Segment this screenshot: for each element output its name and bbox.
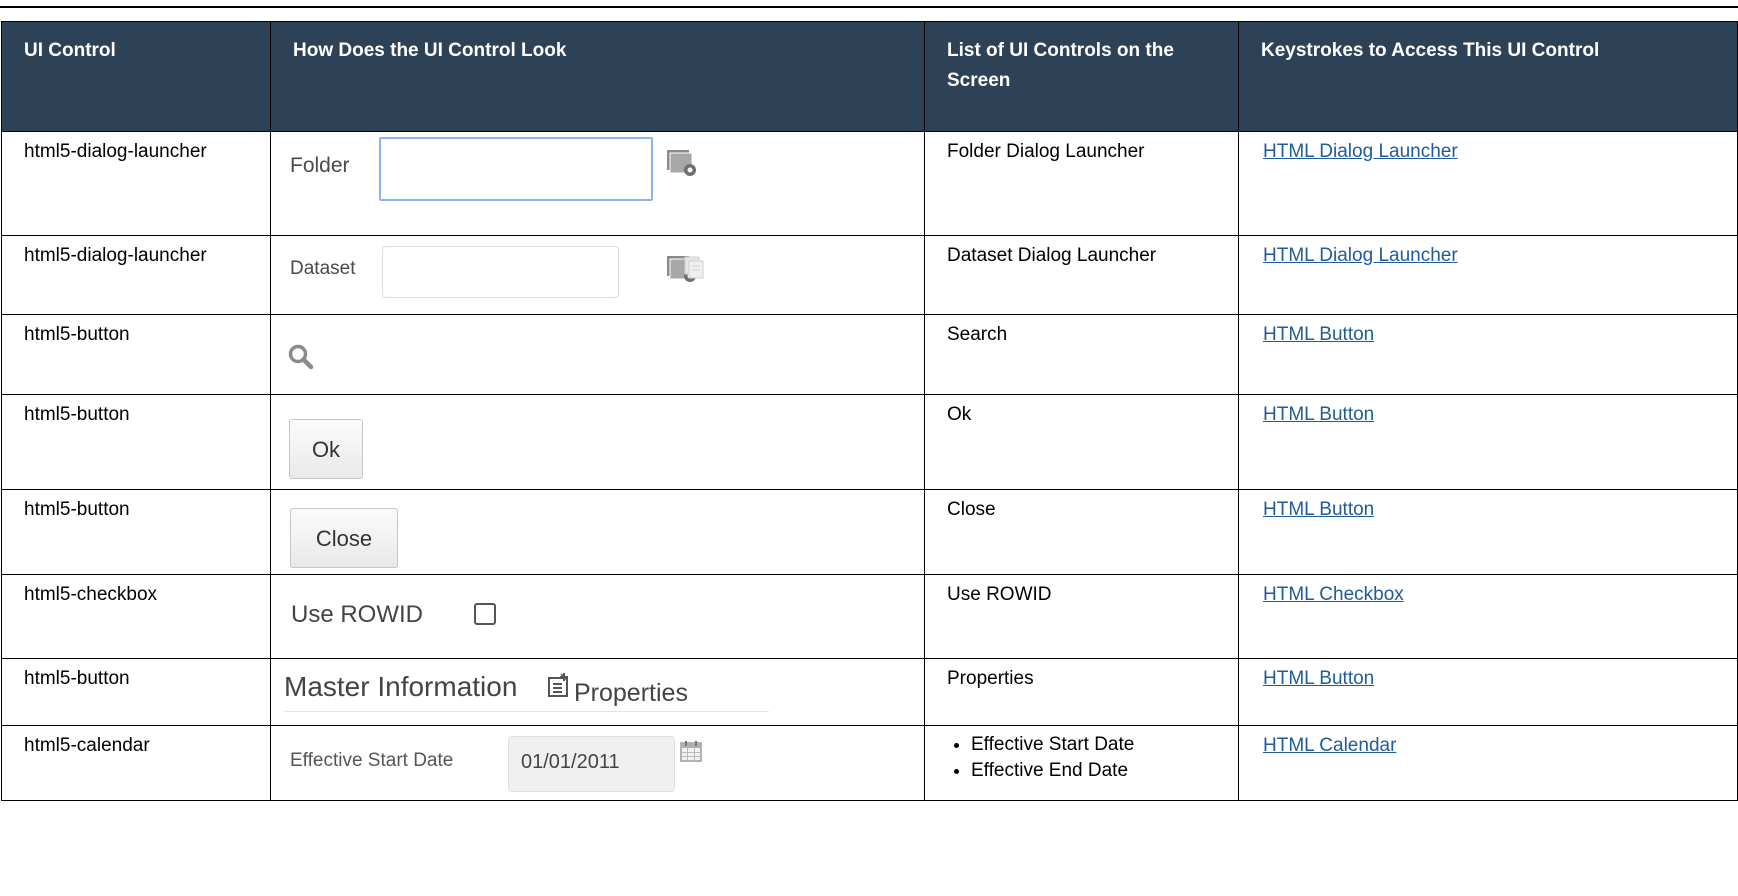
- ui-control-cell: html5-dialog-launcher: [1, 131, 271, 236]
- ok-button[interactable]: Ok: [289, 419, 363, 479]
- effective-start-date-value: 01/01/2011: [521, 751, 620, 773]
- edit-properties-icon[interactable]: [547, 671, 573, 705]
- dataset-input[interactable]: [382, 246, 619, 298]
- look-cell: [270, 314, 925, 395]
- header-ui-control: UI Control: [1, 21, 271, 132]
- keys-cell: HTML Calendar: [1238, 725, 1738, 801]
- keys-cell: HTML Button: [1238, 658, 1738, 726]
- list-cell: Ok: [924, 394, 1239, 490]
- search-icon[interactable]: [288, 344, 314, 376]
- list-cell: Search: [924, 314, 1239, 395]
- list-cell: Properties: [924, 658, 1239, 726]
- ui-control-cell: html5-calendar: [1, 725, 271, 801]
- ui-controls-table: UI Control How Does the UI Control Look …: [1, 21, 1738, 801]
- table-row: html5-checkbox Use ROWID Use ROWID HTML …: [1, 574, 1738, 659]
- html-dialog-launcher-link[interactable]: HTML Dialog Launcher: [1263, 245, 1458, 266]
- ui-control-cell: html5-button: [1, 489, 271, 575]
- use-rowid-checkbox[interactable]: [474, 603, 496, 625]
- table-row: html5-button Master Information Properti…: [1, 658, 1738, 726]
- header-keys: Keystrokes to Access This UI Control: [1238, 21, 1738, 132]
- table-row: html5-dialog-launcher Folder Folder Dial…: [1, 131, 1738, 236]
- keys-cell: HTML Button: [1238, 489, 1738, 575]
- keys-cell: HTML Dialog Launcher: [1238, 131, 1738, 236]
- keys-cell: HTML Checkbox: [1238, 574, 1738, 659]
- html-calendar-link[interactable]: HTML Calendar: [1263, 735, 1396, 756]
- html-button-link[interactable]: HTML Button: [1263, 668, 1374, 689]
- look-cell: Ok: [270, 394, 925, 490]
- list-item: Effective End Date: [971, 758, 1228, 784]
- ui-control-cell: html5-checkbox: [1, 574, 271, 659]
- effective-start-date-input[interactable]: 01/01/2011: [508, 736, 675, 792]
- top-rule: [0, 6, 1738, 8]
- list-cell: Dataset Dialog Launcher: [924, 235, 1239, 315]
- look-cell: Folder: [270, 131, 925, 236]
- header-list: List of UI Controls on the Screen: [924, 21, 1239, 132]
- keys-cell: HTML Dialog Launcher: [1238, 235, 1738, 315]
- list-cell: Effective Start Date Effective End Date: [924, 725, 1239, 801]
- look-cell: Master Information Properties: [270, 658, 925, 726]
- table-row: html5-button Search HTML Button: [1, 314, 1738, 395]
- master-information-title: Master Information: [284, 671, 518, 702]
- html-dialog-launcher-link[interactable]: HTML Dialog Launcher: [1263, 141, 1458, 162]
- close-button[interactable]: Close: [290, 508, 398, 568]
- ui-control-cell: html5-button: [1, 314, 271, 395]
- look-cell: Close: [270, 489, 925, 575]
- table-row: html5-calendar Effective Start Date 01/0…: [1, 725, 1738, 801]
- ui-control-cell: html5-button: [1, 658, 271, 726]
- html-button-link[interactable]: HTML Button: [1263, 324, 1374, 345]
- master-information-header: Master Information Properties: [284, 667, 769, 712]
- date-controls-list: Effective Start Date Effective End Date: [947, 732, 1228, 784]
- html-checkbox-link[interactable]: HTML Checkbox: [1263, 584, 1404, 605]
- use-rowid-label: Use ROWID: [291, 601, 423, 628]
- list-item: Effective Start Date: [971, 732, 1228, 758]
- keys-cell: HTML Button: [1238, 314, 1738, 395]
- effective-start-date-label: Effective Start Date: [290, 750, 454, 771]
- look-cell: Use ROWID: [270, 574, 925, 659]
- html-button-link[interactable]: HTML Button: [1263, 404, 1374, 425]
- table-row: html5-button Ok Ok HTML Button: [1, 394, 1738, 490]
- folder-input[interactable]: [379, 137, 653, 201]
- properties-button[interactable]: Properties: [574, 679, 688, 708]
- copy-icon[interactable]: [683, 256, 705, 286]
- ui-control-cell: html5-button: [1, 394, 271, 490]
- keys-cell: HTML Button: [1238, 394, 1738, 490]
- dataset-label: Dataset: [290, 258, 356, 279]
- table-row: html5-button Close Close HTML Button: [1, 489, 1738, 575]
- table-row: html5-dialog-launcher Dataset Dataset Di…: [1, 235, 1738, 315]
- html-button-link[interactable]: HTML Button: [1263, 499, 1374, 520]
- list-cell: Folder Dialog Launcher: [924, 131, 1239, 236]
- ui-control-cell: html5-dialog-launcher: [1, 235, 271, 315]
- folder-label: Folder: [290, 154, 350, 177]
- list-cell: Use ROWID: [924, 574, 1239, 659]
- look-cell: Dataset: [270, 235, 925, 315]
- table-header-row: UI Control How Does the UI Control Look …: [1, 21, 1738, 132]
- header-look: How Does the UI Control Look: [270, 21, 925, 132]
- folder-dialog-icon[interactable]: [665, 148, 699, 184]
- calendar-icon[interactable]: [680, 740, 702, 768]
- look-cell: Effective Start Date 01/01/2011: [270, 725, 925, 801]
- list-cell: Close: [924, 489, 1239, 575]
